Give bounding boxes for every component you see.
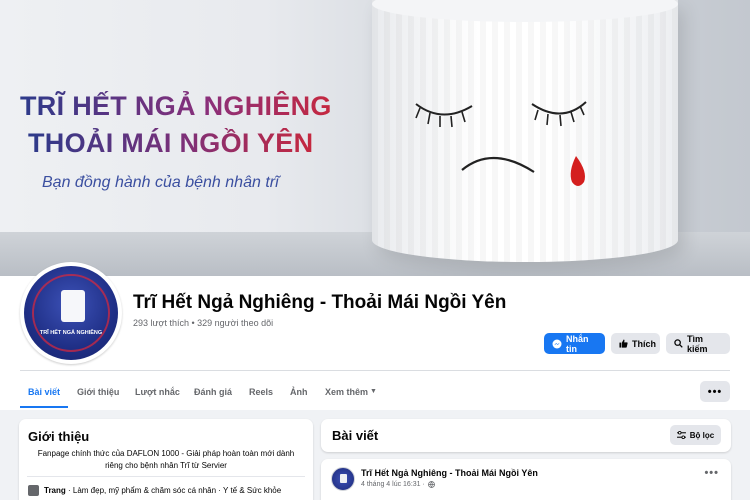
like-label: Thích [632,338,656,349]
post-author-avatar[interactable] [331,467,355,491]
search-label: Tìm kiếm [687,333,708,354]
ellipsis-icon: ••• [707,385,723,398]
info-icon [28,485,39,496]
post-timestamp[interactable]: 4 tháng 4 lúc 16:31 · [361,481,435,488]
header-divider [20,370,730,371]
filter-icon [676,431,686,439]
thumbs-up-icon [619,339,628,348]
active-tab-indicator [20,406,68,408]
avatar-roll-icon [61,290,85,322]
tab-see-more[interactable]: Xem thêm [325,387,368,397]
category-label[interactable]: Trang [44,486,66,495]
post-author[interactable]: Trĩ Hết Ngả Nghiêng - Thoải Mái Ngồi Yên [361,468,538,478]
intro-category: Trang · Làm đẹp, mỹ phẩm & chăm sóc cá n… [28,485,281,496]
post-card: Trĩ Hết Ngả Nghiêng - Thoải Mái Ngồi Yên… [321,459,731,500]
intro-title: Giới thiệu [28,429,90,444]
search-icon [674,339,683,348]
tab-reels[interactable]: Reels [249,387,273,397]
intro-card: Giới thiệu Fanpage chính thức của DAFLON… [19,419,313,500]
cover-photo[interactable]: TRĨ HẾT NGẢ NGHIÊNG THOẢI MÁI NGỒI YÊN B… [0,0,750,276]
cover-tagline: Bạn đồng hành của bệnh nhân trĩ [42,174,279,191]
avatar-caption: TRĨ HẾT NGẢ NGHIÊNG [39,330,103,336]
avatar-image: TRĨ HẾT NGẢ NGHIÊNG [24,266,118,360]
page-stats[interactable]: 293 lượt thích • 329 người theo dõi [133,318,273,328]
message-button[interactable]: Nhắn tin [544,333,605,354]
posts-title: Bài viết [332,428,379,443]
message-label: Nhắn tin [566,333,589,354]
filter-label: Bộ lọc [689,430,715,440]
posts-header-card: Bài viết Bộ lọc [321,419,731,452]
page-title[interactable]: Trĩ Hết Ngả Nghiêng - Thoải Mái Ngồi Yên [133,292,506,314]
tab-about[interactable]: Giới thiệu [77,387,119,397]
search-button[interactable]: Tìm kiếm [666,333,730,354]
post-time-text: 4 tháng 4 lúc 16:31 · [361,481,425,488]
chevron-down-icon: ▼ [370,388,377,395]
category-text: · Làm đẹp, mỹ phẩm & chăm sóc cá nhân · … [65,486,282,495]
globe-icon [427,481,435,488]
cover-headline-line1: TRĨ HẾT NGẢ NGHIÊNG [20,91,332,121]
intro-description: Fanpage chính thức của DAFLON 1000 - Giả… [37,449,295,470]
messenger-icon [552,339,562,348]
post-options-button[interactable]: ••• [704,467,719,479]
tab-posts[interactable]: Bài viết [28,387,60,397]
tab-reviews[interactable]: Đánh giá [194,387,232,397]
tab-photos[interactable]: Ảnh [290,387,308,397]
like-button[interactable]: Thích [611,333,660,354]
filter-button[interactable]: Bộ lọc [670,425,721,445]
cover-headline-line2: THOẢI MÁI NGỒI YÊN [28,128,314,158]
profile-avatar[interactable]: TRĨ HẾT NGẢ NGHIÊNG [20,262,122,364]
more-options-button[interactable]: ••• [700,381,730,402]
tab-mentions[interactable]: Lượt nhắc [135,387,180,397]
intro-divider [27,476,305,477]
